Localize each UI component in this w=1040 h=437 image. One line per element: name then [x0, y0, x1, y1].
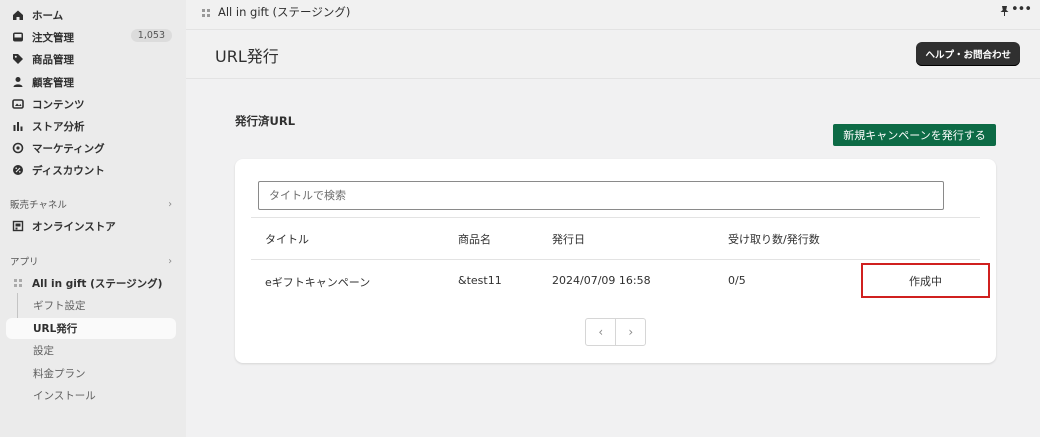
new-campaign-button[interactable]: 新規キャンペーンを発行する — [833, 124, 996, 146]
nav-item-label: 注文管理 — [32, 31, 74, 44]
person-icon — [12, 76, 24, 88]
divider — [251, 259, 980, 260]
nav-item-discounts[interactable]: ディスカウント — [6, 159, 176, 181]
nav-item-label: ディスカウント — [32, 164, 105, 177]
nav-item-label: ホーム — [32, 9, 64, 22]
app-icon — [12, 277, 24, 289]
sales-channels-label: 販売チャネル — [10, 200, 67, 211]
nav-item-content[interactable]: コンテンツ — [6, 93, 176, 115]
inbox-icon — [12, 31, 24, 43]
pin-icon[interactable] — [999, 5, 1010, 20]
status-badge: 作成中 — [861, 263, 990, 298]
discount-icon — [12, 164, 24, 176]
nav-item-app[interactable]: All in gift (ステージング) — [6, 272, 176, 294]
chevron-right-icon: › — [168, 255, 172, 267]
nav-item-analytics[interactable]: ストア分析 — [6, 115, 176, 137]
chevron-right-icon: › — [168, 198, 172, 210]
nav-item-customers[interactable]: 顧客管理 — [6, 71, 176, 93]
main-area: All in gift (ステージング) ••• URL発行 ヘルプ・お問合わせ… — [186, 0, 1040, 437]
issued-urls-card: タイトル 商品名 発行日 受け取り数/発行数 eギフトキャンペーン &test1… — [235, 159, 996, 363]
sub-item-url-issue[interactable]: URL発行 — [33, 321, 77, 336]
target-icon — [12, 142, 24, 154]
sales-channels-heading[interactable]: 販売チャネル › — [10, 196, 172, 212]
store-icon — [12, 220, 24, 232]
next-page-button[interactable]: › — [615, 319, 645, 345]
nav-item-marketing[interactable]: マーケティング — [6, 137, 176, 159]
column-header-count: 受け取り数/発行数 — [728, 233, 820, 246]
image-icon — [12, 98, 24, 110]
nav-item-label: コンテンツ — [32, 98, 85, 111]
bar-chart-icon — [12, 120, 24, 132]
nav-item-label: ストア分析 — [32, 120, 85, 133]
sub-item-gift-settings[interactable]: ギフト設定 — [33, 298, 86, 313]
nav-item-home[interactable]: ホーム — [6, 4, 176, 26]
app-topbar: All in gift (ステージング) ••• — [186, 0, 1040, 30]
tag-icon — [12, 53, 24, 65]
column-header-product: 商品名 — [458, 233, 491, 246]
sub-item-pricing[interactable]: 料金プラン — [33, 366, 86, 381]
nav-item-label: 商品管理 — [32, 53, 74, 66]
page-title: URL発行 — [215, 47, 279, 66]
more-options-icon[interactable]: ••• — [1011, 2, 1032, 17]
cell-date: 2024/07/09 16:58 — [552, 274, 651, 287]
sidebar: ホーム 注文管理 1,053 商品管理 顧客管理 コンテンツ ストア分析 マーケ… — [0, 0, 186, 437]
section-title: 発行済URL — [235, 114, 296, 128]
cell-count: 0/5 — [728, 274, 746, 287]
nav-item-label: 顧客管理 — [32, 76, 74, 89]
pagination: ‹ › — [585, 318, 646, 346]
nav-item-orders[interactable]: 注文管理 1,053 — [6, 26, 176, 48]
cell-product: &test11 — [458, 274, 502, 287]
sub-item-install[interactable]: インストール — [33, 388, 96, 403]
apps-heading[interactable]: アプリ › — [10, 253, 172, 269]
divider — [251, 217, 980, 218]
sub-item-settings[interactable]: 設定 — [33, 343, 54, 358]
prev-page-button[interactable]: ‹ — [586, 319, 615, 345]
search-input[interactable] — [258, 181, 944, 210]
cell-title: eギフトキャンペーン — [265, 276, 371, 289]
column-header-date: 発行日 — [552, 233, 585, 246]
nav-item-label: オンラインストア — [32, 220, 116, 233]
orders-count-badge: 1,053 — [130, 29, 172, 42]
active-item-highlight — [6, 318, 176, 339]
home-icon — [12, 9, 24, 21]
page-header: URL発行 ヘルプ・お問合わせ — [186, 31, 1040, 79]
nav-item-products[interactable]: 商品管理 — [6, 48, 176, 70]
app-icon — [200, 7, 212, 19]
app-title: All in gift (ステージング) — [218, 5, 351, 19]
help-button[interactable]: ヘルプ・お問合わせ — [916, 42, 1020, 66]
nav-item-label: All in gift (ステージング) — [32, 277, 163, 290]
nav-item-label: マーケティング — [32, 142, 105, 155]
apps-label: アプリ — [10, 257, 39, 268]
column-header-title: タイトル — [265, 233, 309, 246]
nav-item-online-store[interactable]: オンラインストア — [6, 215, 176, 237]
